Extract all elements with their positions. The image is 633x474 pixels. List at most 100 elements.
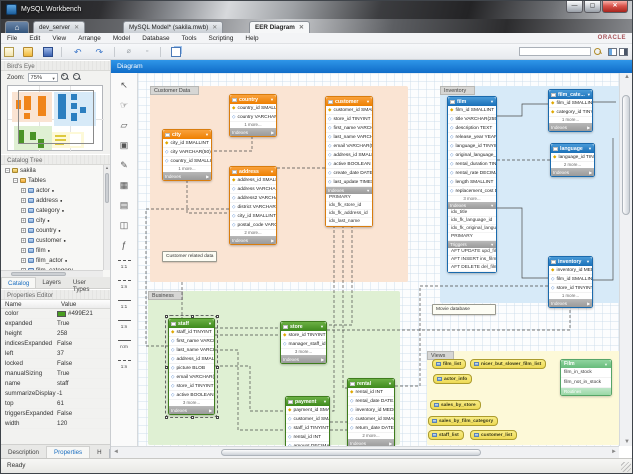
menu-file[interactable]: File xyxy=(1,33,23,42)
note-customer-related-data[interactable]: Customer related data xyxy=(162,251,217,262)
menu-model[interactable]: Model xyxy=(107,33,136,42)
indexes-footer-bar[interactable]: Indexes▶ xyxy=(549,123,592,131)
expander-icon[interactable]: − xyxy=(5,168,10,173)
search-input[interactable] xyxy=(519,47,591,56)
table-header[interactable]: address▼ xyxy=(230,167,276,176)
sidebar-tab-layers[interactable]: Layers xyxy=(36,277,67,288)
view-sales_by_store[interactable]: sales_by_store xyxy=(430,400,481,410)
table-header[interactable]: store▼ xyxy=(281,322,326,331)
table-header[interactable]: payment▼ xyxy=(286,397,329,406)
open-model-icon[interactable] xyxy=(23,47,33,57)
expander-icon[interactable]: + xyxy=(21,208,26,213)
toggle-left-panel-icon[interactable] xyxy=(608,48,617,56)
toggle-right-panel-icon[interactable] xyxy=(619,48,628,56)
expander-icon[interactable]: − xyxy=(13,178,18,183)
rel-n-m-icon[interactable]: n:m xyxy=(115,336,134,353)
collapse-icon[interactable]: ▼ xyxy=(586,259,590,264)
property-row[interactable]: left37 xyxy=(1,349,110,359)
table-film[interactable]: film▼◆film_id SMALLINT◇title VARCHAR(255… xyxy=(447,96,497,273)
table-rental[interactable]: rental▼◆rental_id INT◇rental_date DATE..… xyxy=(347,378,395,446)
indexes-footer-bar[interactable]: Indexes▶ xyxy=(281,355,326,363)
collapse-icon[interactable]: ▼ xyxy=(388,381,392,386)
collapse-icon[interactable]: ▼ xyxy=(490,99,494,104)
indexes-footer-bar[interactable]: Indexes▶ xyxy=(169,406,214,414)
view-staff_list[interactable]: staff_list xyxy=(428,430,464,440)
menu-database[interactable]: Database xyxy=(136,33,175,42)
property-row[interactable]: lockedFalse xyxy=(1,359,110,369)
tree-folder-tables[interactable]: −Tables xyxy=(1,175,110,185)
search-icon[interactable] xyxy=(594,48,602,56)
indexes-footer-bar[interactable]: Indexes▶ xyxy=(163,172,211,180)
zoom-out-icon[interactable]: − xyxy=(73,73,82,82)
tree-table-country[interactable]: +country● xyxy=(1,225,110,235)
expander-icon[interactable]: + xyxy=(21,188,26,193)
bottom-tab-h[interactable]: H xyxy=(90,447,108,458)
expander-icon[interactable]: + xyxy=(21,198,26,203)
note-tool-icon[interactable]: ✎ xyxy=(115,156,134,173)
table-header[interactable]: staff▼ xyxy=(169,319,214,328)
property-row[interactable]: width120 xyxy=(1,419,110,429)
section-bar-indexes[interactable]: Indexes▼ xyxy=(326,187,372,194)
image-tool-icon[interactable]: ▦ xyxy=(115,176,134,193)
section-bar-triggers[interactable]: Triggers▼ xyxy=(448,241,496,248)
table-country[interactable]: country▼◆country_id SMALLINT◇country VAR… xyxy=(229,94,277,137)
tree-table-actor[interactable]: +actor● xyxy=(1,185,110,195)
view-film_list[interactable]: film_list xyxy=(432,359,466,369)
canvas-vertical-scrollbar[interactable]: ▲ ▼ xyxy=(619,73,632,446)
collapse-icon[interactable]: ▼ xyxy=(205,132,209,137)
view-tool-icon[interactable]: ◫ xyxy=(115,216,134,233)
sidebar-tab-user-types[interactable]: User Types xyxy=(67,277,110,288)
menu-edit[interactable]: Edit xyxy=(23,33,46,42)
selection-handle[interactable] xyxy=(165,366,168,369)
table-header[interactable]: customer▼ xyxy=(326,97,372,106)
layer-tool-icon[interactable]: ▣ xyxy=(115,136,134,153)
collapse-icon[interactable]: ▼ xyxy=(588,146,592,151)
table-header[interactable]: film_cate...▼ xyxy=(549,90,592,99)
collapse-icon[interactable]: ▼ xyxy=(366,99,370,104)
zoom-select[interactable]: 75%▼ xyxy=(28,73,58,82)
table-address[interactable]: address▼◆address_id SMALLI...◇address VA… xyxy=(229,166,277,245)
tree-table-category[interactable]: +category● xyxy=(1,205,110,215)
table-staff[interactable]: staff▼◆staff_id TINYINT◇first_name VARCH… xyxy=(168,318,215,415)
property-row[interactable]: manualSizingTrue xyxy=(1,369,110,379)
rel-1-1-non-identifying-icon[interactable]: 1:1 xyxy=(115,256,134,273)
expander-icon[interactable]: + xyxy=(21,228,26,233)
table-payment[interactable]: payment▼◆payment_id SMAL...◇customer_id … xyxy=(285,396,330,446)
view-actor_info[interactable]: actor_info xyxy=(433,374,472,384)
routine-group-tool-icon[interactable]: ƒ xyxy=(115,236,134,253)
undo-icon[interactable]: ↶ xyxy=(72,47,84,57)
indexes-footer-bar[interactable]: Indexes▶ xyxy=(348,439,394,446)
collapse-icon[interactable]: ▼ xyxy=(270,169,274,174)
menu-scripting[interactable]: Scripting xyxy=(203,33,240,42)
close-button[interactable]: ✕ xyxy=(602,1,628,13)
bottom-tab-properties[interactable]: Properties xyxy=(46,446,90,458)
indexes-footer-bar[interactable]: Indexes▶ xyxy=(230,236,276,244)
tree-table-city[interactable]: +city● xyxy=(1,215,110,225)
table-language[interactable]: language▼◆language_id TINY...2 more...In… xyxy=(550,143,595,177)
tab-mysql-model[interactable]: MySQL Model* (sakila.mwb)✕ xyxy=(123,21,223,33)
expander-icon[interactable]: + xyxy=(21,218,26,223)
selection-handle[interactable] xyxy=(216,366,219,369)
selection-handle[interactable] xyxy=(191,416,194,419)
tree-schema-sakila[interactable]: −sakila xyxy=(1,165,110,175)
resize-grip[interactable] xyxy=(621,462,631,472)
table-city[interactable]: city▼◆city_id SMALLINT◇city VARCHAR(50)◇… xyxy=(162,129,212,181)
table-header[interactable]: rental▼ xyxy=(348,379,394,388)
pointer-tool-icon[interactable]: ↖ xyxy=(115,76,134,93)
tree-table-address[interactable]: +address● xyxy=(1,195,110,205)
tree-table-customer[interactable]: +customer● xyxy=(1,235,110,245)
view-sales_by_film_category[interactable]: sales_by_film_category xyxy=(428,416,498,426)
tree-table-film[interactable]: +film● xyxy=(1,245,110,255)
grid-icon[interactable]: ▫ xyxy=(143,47,152,57)
menu-view[interactable]: View xyxy=(46,33,72,42)
note-movie-database[interactable]: Movie database xyxy=(432,304,496,315)
collapse-icon[interactable]: ▼ xyxy=(270,97,274,102)
home-tab[interactable]: ⌂ xyxy=(5,21,29,33)
routine-group-header[interactable]: Film▼ xyxy=(561,360,611,368)
selection-handle[interactable] xyxy=(216,315,219,318)
rel-1-n-identifying-icon[interactable]: 1:n xyxy=(115,316,134,333)
property-row[interactable]: color#499E21 xyxy=(1,309,110,319)
table-header[interactable]: city▼ xyxy=(163,130,211,139)
property-row[interactable]: indicesExpandedFalse xyxy=(1,339,110,349)
close-tab-icon[interactable]: ✕ xyxy=(212,25,217,31)
